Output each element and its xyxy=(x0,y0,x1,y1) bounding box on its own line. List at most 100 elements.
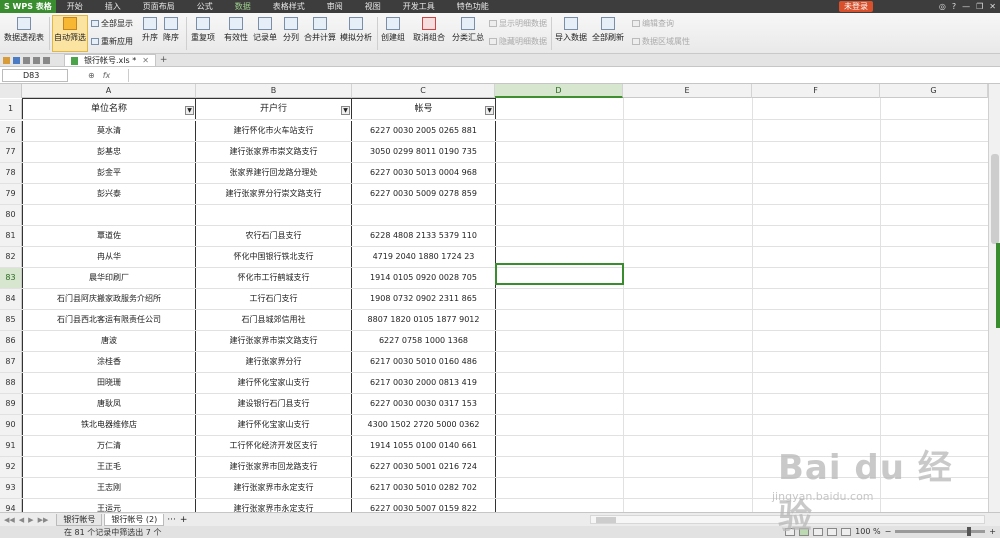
row-header[interactable]: 92 xyxy=(0,457,22,477)
bank-cell[interactable]: 建行怀化宝家山支行 xyxy=(196,415,352,435)
row-header[interactable]: 82 xyxy=(0,247,22,267)
row-header[interactable]: 90 xyxy=(0,415,22,435)
open-file-icon[interactable] xyxy=(3,56,10,64)
unit-name-cell[interactable]: 彭兴泰 xyxy=(22,184,196,204)
sort-descending-button[interactable]: 降序 xyxy=(163,17,179,43)
unit-name-cell[interactable]: 王运元 xyxy=(22,499,196,512)
bank-cell[interactable]: 工行怀化经济开发区支行 xyxy=(196,436,352,456)
menu-formulas[interactable]: 公式 xyxy=(186,1,224,12)
unit-name-cell[interactable]: 涂桂香 xyxy=(22,352,196,372)
autofilter-button[interactable]: 自动筛选 xyxy=(54,17,86,43)
bank-cell[interactable]: 张家界建行回龙路分理处 xyxy=(196,163,352,183)
last-sheet-icon[interactable]: ▶▶ xyxy=(38,516,49,524)
account-cell[interactable]: 6227 0030 5009 0278 859 xyxy=(352,184,496,204)
ungroup-button[interactable]: 取消组合 xyxy=(413,17,445,43)
menu-table-style[interactable]: 表格样式 xyxy=(262,1,316,12)
minimize-icon[interactable]: — xyxy=(962,2,970,11)
account-cell[interactable]: 6227 0030 5001 0216 724 xyxy=(352,457,496,477)
bank-cell[interactable]: 建行张家界市回龙路支行 xyxy=(196,457,352,477)
column-header-f[interactable]: F xyxy=(752,84,880,98)
unit-name-cell[interactable]: 石门县阿庆搬家政服务介绍所 xyxy=(22,289,196,309)
unit-name-cell[interactable]: 石门县西北客运有限责任公司 xyxy=(22,310,196,330)
active-cell-selection[interactable] xyxy=(495,263,624,285)
column-header-d[interactable]: D xyxy=(495,84,623,98)
bank-cell[interactable]: 建行张家界分行 xyxy=(196,352,352,372)
menu-developer[interactable]: 开发工具 xyxy=(392,1,446,12)
vertical-scroll-thumb[interactable] xyxy=(991,154,999,244)
account-cell[interactable]: 6227 0030 5013 0004 968 xyxy=(352,163,496,183)
menu-page-layout[interactable]: 页面布局 xyxy=(132,1,186,12)
validity-button[interactable]: 有效性 xyxy=(224,17,248,43)
login-button[interactable]: 未登录 xyxy=(839,1,873,12)
zoom-search-icon[interactable]: ⊕ xyxy=(88,71,95,80)
account-cell[interactable]: 1914 1055 0100 0140 661 xyxy=(352,436,496,456)
account-cell[interactable]: 1914 0105 0920 0028 705 xyxy=(352,268,496,288)
row-header[interactable]: 91 xyxy=(0,436,22,456)
row-header[interactable]: 94 xyxy=(0,499,22,512)
row-header[interactable]: 84 xyxy=(0,289,22,309)
close-tab-icon[interactable]: ✕ xyxy=(142,56,149,65)
sheet-tab-1[interactable]: 银行帐号 xyxy=(56,513,103,526)
row-header[interactable]: 86 xyxy=(0,331,22,351)
unit-name-cell[interactable]: 田晓珊 xyxy=(22,373,196,393)
account-cell[interactable]: 6217 0030 5010 0282 702 xyxy=(352,478,496,498)
reapply-button[interactable]: 重新应用 xyxy=(91,36,133,47)
more-sheets-button[interactable]: ··· xyxy=(167,515,176,525)
account-cell[interactable]: 4719 2040 1880 1724 23 xyxy=(352,247,496,267)
row-header[interactable]: 81 xyxy=(0,226,22,246)
document-tab[interactable]: 银行帐号.xls * ✕ xyxy=(64,54,156,66)
bank-cell[interactable]: 建行张家界市永定支行 xyxy=(196,478,352,498)
subtotal-button[interactable]: 分类汇总 xyxy=(452,17,484,43)
filter-dropdown-icon[interactable]: ▼ xyxy=(341,106,350,115)
wps-logo[interactable]: S WPS 表格 xyxy=(0,0,56,13)
menu-review[interactable]: 审阅 xyxy=(316,1,354,12)
account-cell[interactable]: 1908 0732 0902 2311 865 xyxy=(352,289,496,309)
account-cell[interactable]: 4300 1502 2720 5000 0362 xyxy=(352,415,496,435)
split-column-button[interactable]: 分列 xyxy=(283,17,299,43)
range-properties-button[interactable]: 数据区域属性 xyxy=(632,36,690,47)
row-header[interactable]: 85 xyxy=(0,310,22,330)
bank-cell[interactable]: 建行张家界市永定支行 xyxy=(196,499,352,512)
row-header[interactable]: 77 xyxy=(0,142,22,162)
select-all-corner[interactable] xyxy=(0,84,22,98)
help-icon[interactable]: ? xyxy=(952,2,956,11)
duplicates-button[interactable]: 重复项 xyxy=(191,17,215,43)
row-header[interactable]: 76 xyxy=(0,121,22,141)
name-box[interactable]: D83 xyxy=(2,68,68,82)
next-sheet-icon[interactable]: ▶ xyxy=(28,516,33,524)
unit-name-cell[interactable]: 覃道佐 xyxy=(22,226,196,246)
header-cell-unit-name[interactable]: 单位名称 xyxy=(22,99,196,119)
account-cell[interactable]: 8807 1820 0105 1877 9012 xyxy=(352,310,496,330)
unit-name-cell[interactable]: 万仁清 xyxy=(22,436,196,456)
sort-ascending-button[interactable]: 升序 xyxy=(142,17,158,43)
import-data-button[interactable]: 导入数据 xyxy=(555,17,587,43)
account-cell[interactable]: 6217 0030 2000 0813 419 xyxy=(352,373,496,393)
unit-name-cell[interactable]: 莫水清 xyxy=(22,121,196,141)
hide-detail-button[interactable]: 隐藏明细数据 xyxy=(489,36,547,47)
new-tab-button[interactable]: + xyxy=(160,55,168,65)
account-cell[interactable]: 6227 0758 1000 1368 xyxy=(352,331,496,351)
prev-sheet-icon[interactable]: ◀ xyxy=(19,516,24,524)
consolidate-button[interactable]: 合并计算 xyxy=(304,17,336,43)
record-form-button[interactable]: 记录单 xyxy=(253,17,277,43)
column-header-g[interactable]: G xyxy=(880,84,988,98)
unit-name-cell[interactable]: 冉从华 xyxy=(22,247,196,267)
first-sheet-icon[interactable]: ◀◀ xyxy=(4,516,15,524)
save-icon[interactable] xyxy=(13,56,20,64)
column-header-e[interactable]: E xyxy=(623,84,752,98)
filter-dropdown-icon[interactable]: ▼ xyxy=(485,106,494,115)
filter-active-icon[interactable]: ▼ xyxy=(185,106,194,115)
horizontal-scroll-thumb[interactable] xyxy=(596,517,616,523)
unit-name-cell[interactable] xyxy=(22,205,196,225)
row-header[interactable]: 1 xyxy=(0,99,22,119)
account-cell[interactable]: 6227 0030 2005 0265 881 xyxy=(352,121,496,141)
account-cell[interactable]: 3050 0299 8011 0190 735 xyxy=(352,142,496,162)
account-cell[interactable]: 6227 0030 5007 0159 822 xyxy=(352,499,496,512)
refresh-all-button[interactable]: 全部刷新 xyxy=(592,17,624,43)
bank-cell[interactable]: 怀化中国银行铁北支行 xyxy=(196,247,352,267)
row-header[interactable]: 87 xyxy=(0,352,22,372)
bank-cell[interactable]: 石门县城郊信用社 xyxy=(196,310,352,330)
undo-icon[interactable] xyxy=(33,56,40,64)
row-header[interactable]: 93 xyxy=(0,478,22,498)
skin-icon[interactable]: ◎ xyxy=(939,2,946,11)
